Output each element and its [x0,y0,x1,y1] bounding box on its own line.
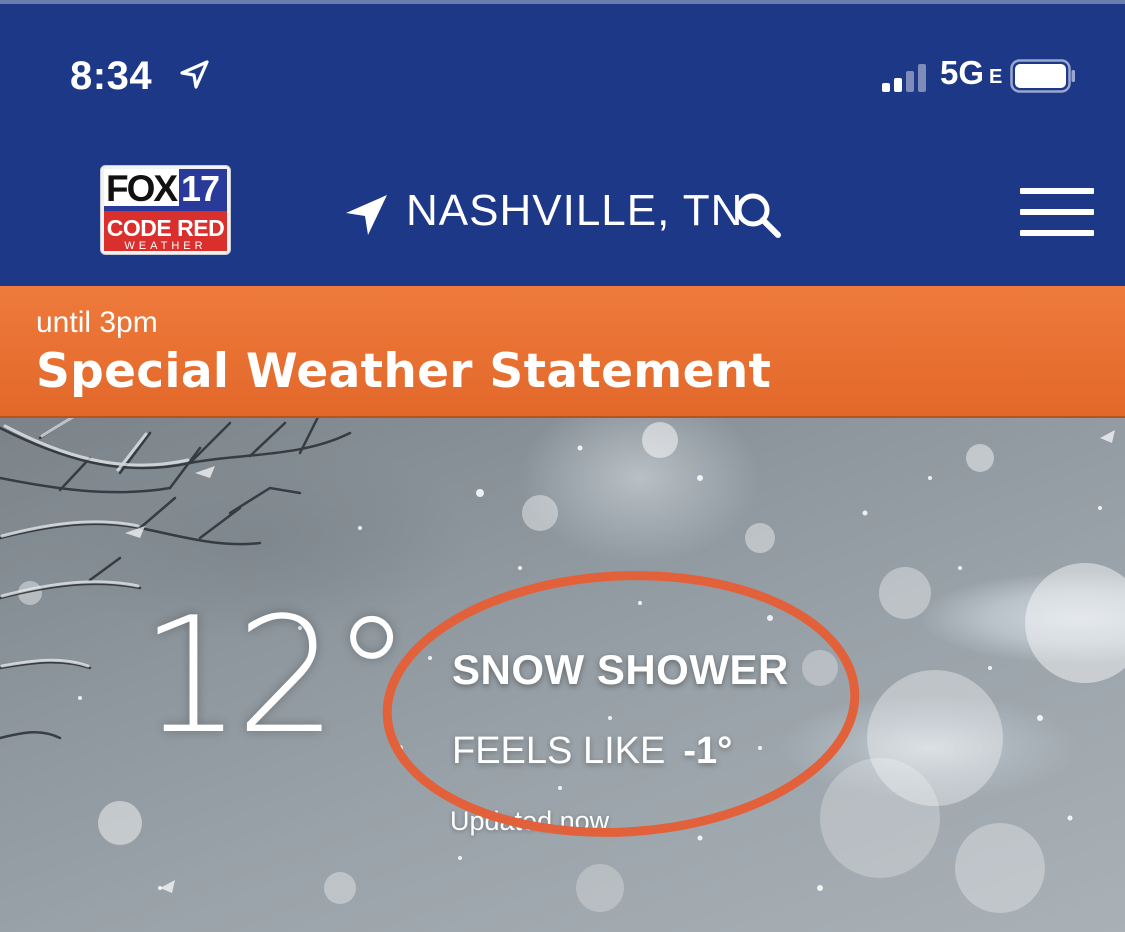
svg-text:WEATHER: WEATHER [124,240,206,252]
annotation-circle [382,571,860,837]
location-name[interactable]: NASHVILLE, TN [406,186,743,236]
search-icon[interactable] [732,190,784,242]
location-services-icon [180,60,209,89]
svg-text:17: 17 [181,168,219,209]
hamburger-menu-icon[interactable] [1020,188,1098,238]
svg-text:CODE RED: CODE RED [107,215,224,241]
status-bar: 8:34 5G E [0,4,1125,140]
location-arrow-icon[interactable] [344,192,390,238]
fox17-code-red-weather-logo[interactable]: FOX 17 CODE RED WEATHER [100,165,231,255]
weather-alert-banner[interactable]: until 3pm Special Weather Statement [0,286,1125,418]
network-type: 5G [940,54,985,91]
battery-icon [1010,59,1075,93]
current-conditions-panel: 12° SNOW SHOWER FEELS LIKE -1° Updated no… [0,418,1125,932]
alert-title: Special Weather Statement [36,344,772,399]
status-time: 8:34 [70,54,153,98]
app-header: FOX 17 CODE RED WEATHER NASHVILLE, TN [0,140,1125,286]
weather-app-screen: 8:34 5G E FOX 17 CODE RED WEATHER NASHVI… [0,0,1125,932]
alert-until-time: until 3pm [36,306,158,339]
cellular-signal-icon [882,64,934,92]
svg-text:FOX: FOX [106,168,178,209]
network-type-suffix: E [989,66,1003,88]
